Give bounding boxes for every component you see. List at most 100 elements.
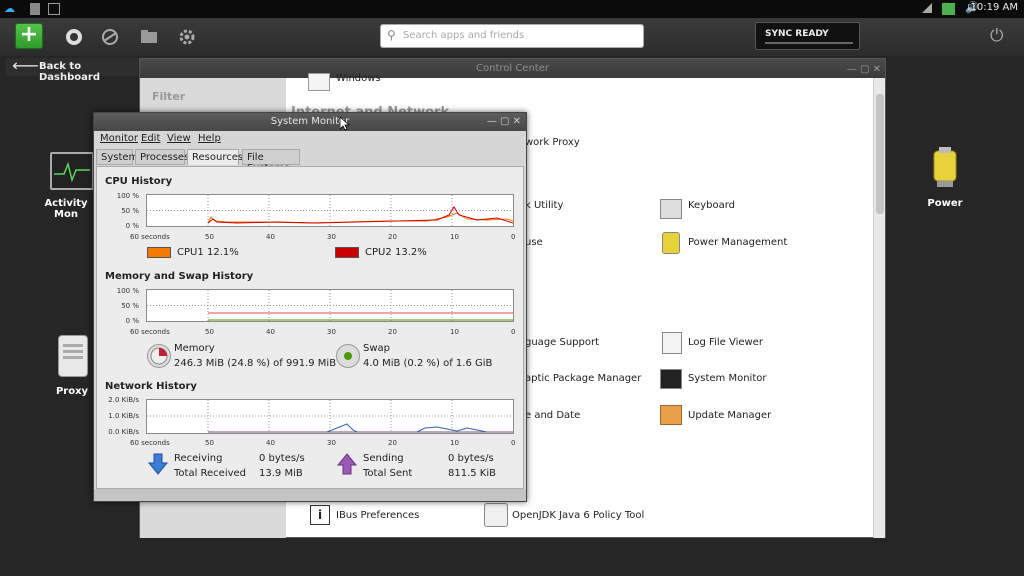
receiving-line — [208, 423, 513, 433]
network-xtick: 60 seconds — [130, 439, 170, 447]
network-xtick: 0 — [511, 439, 516, 447]
memory-xtick: 20 — [388, 328, 397, 336]
menu-help[interactable]: Help — [198, 133, 221, 144]
system-monitor-icon[interactable] — [660, 369, 682, 389]
cpu-xtick: 50 — [205, 233, 214, 241]
memory-pie-icon[interactable] — [147, 344, 171, 368]
memory-label: Memory — [174, 343, 215, 354]
mouse-cursor-icon — [339, 116, 351, 134]
mouse-item[interactable]: use — [525, 237, 543, 248]
windows-label[interactable]: Windows — [336, 73, 381, 84]
disk-utility-item[interactable]: k Utility — [525, 200, 563, 211]
filter-label[interactable]: Filter — [152, 90, 185, 103]
proxy-desktop-icon[interactable] — [58, 335, 88, 377]
keyboard-icon[interactable] — [660, 199, 682, 219]
activity-monitor-label[interactable]: Activity Mon — [36, 198, 96, 220]
cloud-icon[interactable]: ☁ — [4, 2, 15, 15]
power-management-item[interactable]: Power Management — [688, 237, 787, 248]
tab-system[interactable]: System — [96, 149, 138, 165]
network-ytick: 0.0 KiB/s — [108, 428, 139, 436]
back-to-dashboard-button[interactable]: 🡐 Back to Dashboard — [6, 58, 138, 83]
activity-monitor-desktop-icon[interactable] — [50, 152, 94, 190]
java-icon[interactable] — [484, 503, 508, 527]
tab-file-systems[interactable]: File Systems — [242, 149, 300, 174]
search-input[interactable]: ⚲ Search apps and friends — [380, 24, 644, 48]
menu-monitor[interactable]: Monitor — [100, 133, 138, 144]
network-xtick: 20 — [388, 439, 397, 447]
memory-ytick: 50 % — [121, 302, 139, 310]
swap-label: Swap — [363, 343, 391, 354]
gear-icon[interactable] — [177, 27, 197, 47]
status-bar: ☁ ⇅ 🔊 10:19 AM — [0, 0, 1024, 18]
clock[interactable]: 10:19 AM — [971, 2, 1018, 13]
memory-xtick: 10 — [450, 328, 459, 336]
cpu2-line — [207, 206, 514, 224]
language-support-item[interactable]: guage Support — [525, 337, 599, 348]
openjdk-item[interactable]: OpenJDK Java 6 Policy Tool — [512, 510, 644, 521]
total-sent-value: 811.5 KiB — [448, 468, 497, 479]
time-date-item[interactable]: e and Date — [525, 410, 580, 421]
scrollbar-thumb[interactable] — [876, 94, 884, 214]
tab-processes[interactable]: Processes — [135, 149, 189, 165]
globe-icon[interactable] — [100, 27, 120, 47]
ibus-item[interactable]: IBus Preferences — [336, 510, 419, 521]
sending-arrow-icon[interactable] — [336, 453, 358, 475]
signal-icon[interactable] — [922, 3, 932, 13]
memory-graph — [146, 289, 514, 322]
resources-panel: CPU History 100 % 50 % 0 % 60 seconds 50… — [96, 166, 524, 489]
folder-icon[interactable] — [139, 27, 159, 47]
image-icon[interactable] — [48, 3, 60, 15]
cpu-xtick: 30 — [327, 233, 336, 241]
window-controls[interactable]: — ▢ ✕ — [847, 60, 881, 79]
cpu1-color-swatch[interactable] — [147, 247, 171, 258]
window-controls[interactable]: — ▢ ✕ — [487, 113, 521, 131]
update-manager-item[interactable]: Update Manager — [688, 410, 771, 421]
memory-xtick: 50 — [205, 328, 214, 336]
log-file-viewer-icon[interactable] — [662, 332, 682, 354]
network-xtick: 50 — [205, 439, 214, 447]
cpu-xtick: 0 — [511, 233, 516, 241]
network-proxy-item[interactable]: work Proxy — [525, 137, 580, 148]
system-monitor-item[interactable]: System Monitor — [688, 373, 766, 384]
menu-view[interactable]: View — [167, 133, 191, 144]
tab-resources[interactable]: Resources — [187, 149, 243, 165]
power-icon[interactable]: ⏻ — [990, 26, 1003, 46]
cpu-history-title: CPU History — [105, 176, 173, 187]
info-icon[interactable]: i — [310, 505, 330, 525]
receiving-label: Receiving — [174, 453, 223, 464]
receiving-arrow-icon[interactable] — [147, 453, 169, 475]
memory-graph-svg — [147, 290, 513, 321]
cpu2-color-swatch[interactable] — [335, 247, 359, 258]
swap-value: 4.0 MiB (0.2 %) of 1.6 GiB — [363, 358, 493, 369]
update-manager-icon[interactable] — [660, 405, 682, 425]
menu-edit[interactable]: Edit — [141, 133, 160, 144]
memory-ytick: 0 % — [125, 317, 139, 325]
proxy-label[interactable]: Proxy — [52, 386, 92, 397]
synaptic-item[interactable]: aptic Package Manager — [525, 373, 641, 384]
keyboard-item[interactable]: Keyboard — [688, 200, 735, 211]
control-center-titlebar[interactable]: Control Center — ▢ ✕ — [140, 59, 885, 78]
network-xtick: 30 — [327, 439, 336, 447]
system-monitor-titlebar[interactable]: System Monitor — ▢ ✕ — [94, 113, 526, 131]
scrollbar[interactable] — [873, 78, 885, 538]
memory-xtick: 40 — [266, 328, 275, 336]
sync-status[interactable]: SYNC READY — [755, 22, 860, 50]
cpu-ytick: 100 % — [116, 192, 139, 200]
total-sent-label: Total Sent — [363, 468, 413, 479]
memory-xtick: 60 seconds — [130, 328, 170, 336]
sync-progress-bar — [765, 42, 853, 44]
power-label[interactable]: Power — [925, 198, 965, 209]
windows-icon[interactable] — [308, 73, 330, 91]
window-icon[interactable] — [30, 3, 40, 15]
home-icon[interactable] — [64, 27, 84, 47]
control-center-title: Control Center — [476, 63, 549, 74]
network-graph — [146, 399, 514, 434]
cpu-xtick: 40 — [266, 233, 275, 241]
receiving-value: 0 bytes/s — [259, 453, 305, 464]
swap-pie-icon[interactable] — [336, 344, 360, 368]
power-management-icon[interactable] — [662, 232, 680, 254]
sync-label: SYNC READY — [765, 29, 829, 39]
add-button[interactable]: + — [15, 23, 43, 49]
power-desktop-icon[interactable] — [928, 145, 962, 189]
log-file-viewer-item[interactable]: Log File Viewer — [688, 337, 763, 348]
